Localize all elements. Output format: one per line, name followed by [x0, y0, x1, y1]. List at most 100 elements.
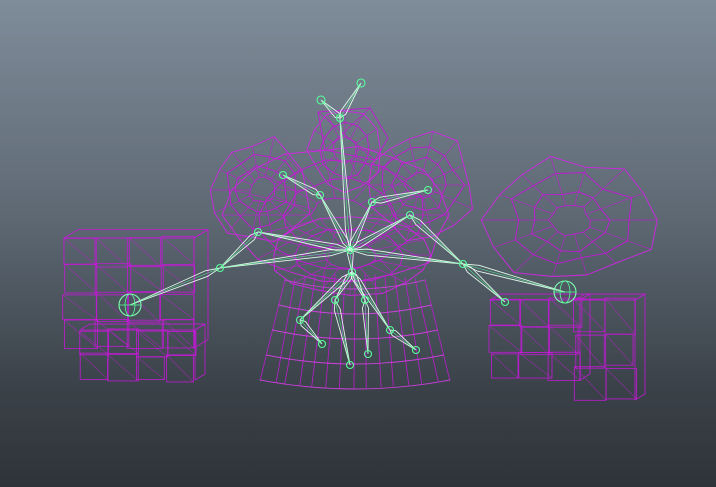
- mesh-edge: [534, 194, 554, 215]
- mesh-edge: [510, 185, 535, 208]
- mesh-part-body: [221, 145, 450, 282]
- mesh-edge: [353, 273, 356, 389]
- mesh-edge: [604, 232, 629, 254]
- mesh-edge: [221, 189, 260, 216]
- mesh-edge: [161, 236, 195, 265]
- mesh-edge: [94, 319, 130, 347]
- mesh-edge: [555, 172, 585, 195]
- mesh-edge-loop: [547, 205, 591, 237]
- mesh-edge: [491, 353, 519, 379]
- mesh-edge: [542, 194, 563, 209]
- mesh-edge: [600, 197, 632, 221]
- mesh-edge: [521, 156, 551, 186]
- skeleton-bones[interactable]: [129, 82, 566, 366]
- mesh-edge: [294, 170, 307, 191]
- mesh-edge: [464, 184, 473, 210]
- mesh-edge: [425, 195, 440, 211]
- mesh-edge: [395, 147, 412, 164]
- mesh-edge-loop: [510, 172, 633, 265]
- mesh-edge-loop: [310, 197, 369, 234]
- bone-axis: [282, 174, 321, 196]
- mesh-edge: [579, 231, 594, 253]
- mesh-wireframe[interactable]: [62, 107, 658, 401]
- mesh-edge: [631, 193, 658, 221]
- mesh-edge: [534, 206, 549, 221]
- mesh-edge: [129, 237, 161, 267]
- mesh-edge: [349, 229, 371, 242]
- mesh-edge: [234, 189, 250, 202]
- bone-axis: [334, 299, 351, 366]
- bone-axis: [351, 271, 366, 301]
- mesh-edge: [240, 211, 258, 230]
- mesh-edge: [443, 169, 466, 186]
- mesh-edge: [275, 278, 296, 383]
- mesh-edge: [480, 194, 520, 221]
- bone-axis: [349, 249, 464, 265]
- mesh-part-left-box: [62, 229, 209, 350]
- mesh-edge: [586, 252, 617, 276]
- mesh-edge: [319, 136, 334, 151]
- mesh-edge: [585, 208, 611, 221]
- mesh-part-right-box-b: [573, 293, 646, 401]
- mesh-edge: [401, 160, 415, 177]
- mesh-edge: [628, 219, 658, 250]
- mesh-edge: [354, 244, 381, 270]
- mesh-edge: [95, 237, 128, 268]
- mesh-edge: [64, 263, 98, 294]
- mesh-edge: [256, 201, 268, 213]
- bone-axis: [219, 249, 351, 269]
- mesh-edge: [589, 226, 606, 242]
- mesh-edge: [319, 149, 336, 165]
- mesh-edge: [453, 200, 473, 226]
- mesh-edge: [513, 263, 558, 277]
- mesh-face: [79, 323, 206, 331]
- mesh-edge: [396, 163, 408, 180]
- mesh-edge: [399, 265, 424, 284]
- mesh-edge: [356, 113, 378, 130]
- joint-hL: [118, 293, 142, 317]
- mesh-edge: [389, 138, 410, 157]
- mesh-edge: [510, 198, 536, 221]
- mesh-edge: [231, 146, 253, 165]
- mesh-edge: [285, 226, 319, 239]
- mesh-edge: [394, 275, 410, 386]
- mesh-edge: [531, 231, 559, 242]
- mesh-edge: [428, 131, 458, 148]
- mesh-part-skirt: [259, 273, 451, 390]
- mesh-edge: [107, 354, 139, 382]
- mesh-edge: [514, 239, 548, 255]
- mesh-edge: [247, 200, 260, 213]
- mesh-edge: [490, 299, 521, 326]
- mesh-edge: [452, 164, 470, 186]
- mesh-edge: [107, 328, 139, 354]
- mesh-edge: [519, 299, 549, 328]
- mesh-edge: [209, 189, 232, 214]
- mesh-edge: [499, 174, 523, 200]
- mesh-edge: [396, 239, 432, 256]
- mesh-part-right-blob: [480, 155, 658, 277]
- mesh-edge: [227, 228, 254, 238]
- 3d-viewport[interactable]: [0, 0, 716, 487]
- mesh-face: [193, 229, 209, 349]
- mesh-edge: [292, 278, 331, 291]
- mesh-edge: [604, 297, 636, 335]
- bone-axis: [389, 329, 417, 351]
- mesh-edge: [480, 219, 516, 248]
- mesh-edge: [94, 263, 132, 296]
- mesh-edge: [605, 368, 637, 400]
- scene-canvas[interactable]: [0, 0, 716, 487]
- mesh-edge: [518, 352, 553, 379]
- mesh-edge: [520, 326, 550, 355]
- mesh-edge: [352, 183, 382, 201]
- mesh-edge: [226, 172, 236, 191]
- mesh-edge: [488, 325, 523, 353]
- mesh-edge: [306, 129, 321, 151]
- mesh-edge: [427, 163, 445, 176]
- bone-axis: [349, 201, 373, 251]
- mesh-edge: [219, 151, 233, 174]
- mesh-edge: [533, 173, 557, 196]
- mesh-edge: [578, 172, 604, 193]
- mesh-edge: [266, 199, 277, 212]
- mesh-edge: [311, 274, 326, 387]
- mesh-edge: [238, 200, 254, 208]
